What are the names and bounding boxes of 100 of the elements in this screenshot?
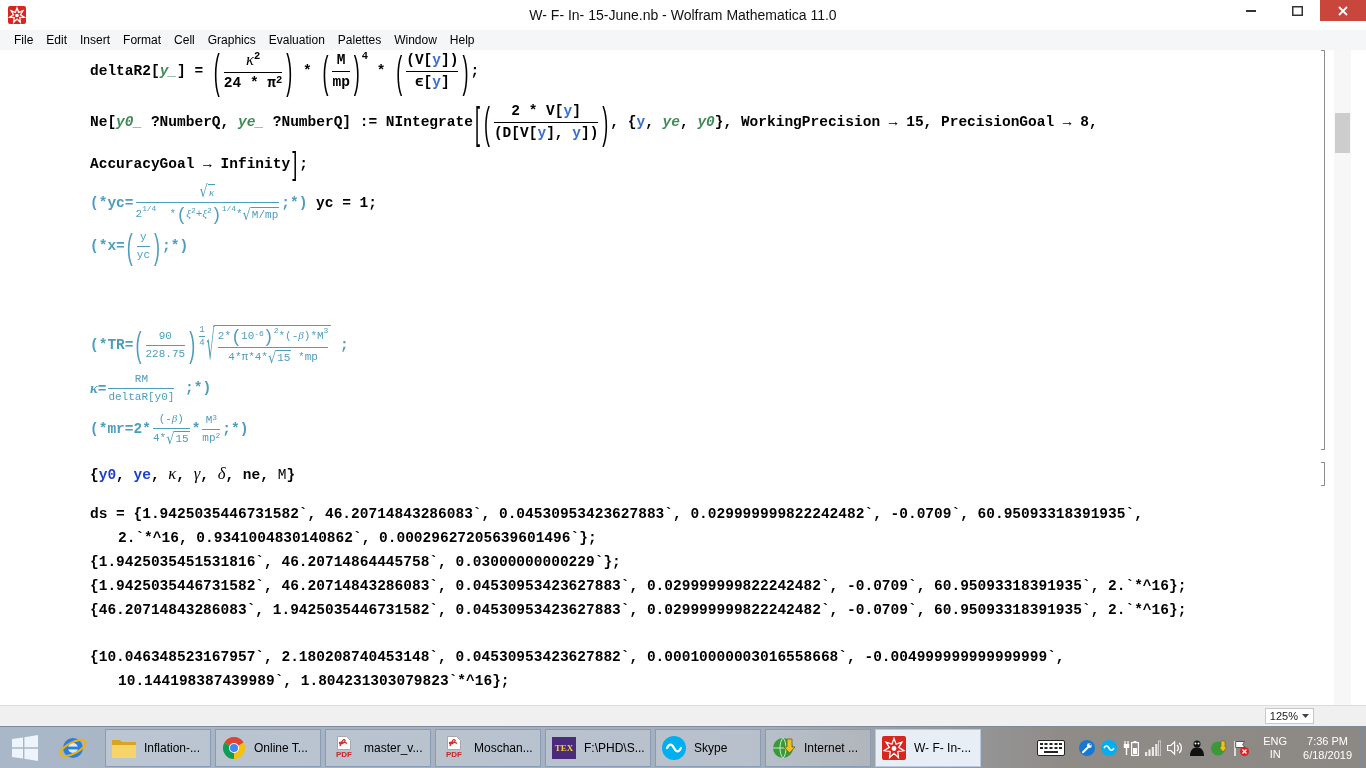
taskbar-button[interactable]: TEX F:\PHD\S... (545, 728, 651, 767)
radicand: 15 (175, 433, 189, 446)
taskbar-button[interactable]: Skype (655, 728, 761, 767)
radicand: M/mp (251, 208, 279, 222)
code-text: 10.144198387439989`, 1.804231303079823`*^16}; (118, 672, 510, 690)
menu-item[interactable]: Edit (40, 30, 74, 50)
vertical-scrollbar[interactable] (1334, 50, 1351, 705)
code-text: AccuracyGoal → Infinity (90, 155, 291, 173)
parenthesis: ( (177, 205, 186, 223)
close-button[interactable] (1320, 0, 1366, 21)
code-text: {1.9425035451531816`, 46.20714864445758`, 0.03000000000229`}; (90, 553, 621, 571)
denominator: ξ (186, 207, 191, 221)
denominator: (D[V[y], y]) (493, 125, 599, 142)
numerator: M (336, 52, 346, 69)
menu-item[interactable]: Insert (74, 30, 117, 50)
cell-bracket[interactable] (1321, 462, 1325, 486)
scrollbar-thumb[interactable] (1335, 113, 1350, 153)
bracket: [ (473, 100, 481, 145)
document-icon (447, 736, 461, 750)
file-type-label: PDF (336, 750, 352, 759)
parenthesis: ) (153, 229, 161, 264)
parenthesis: ) (264, 327, 273, 345)
star-logo-icon (8, 6, 26, 24)
code-text: 2.`*^16, 0.9341004830140862`, 0.00029627205639601496`}; (118, 529, 597, 547)
figure-icon[interactable] (1189, 739, 1206, 756)
parenthesis: ( (232, 327, 241, 345)
comment-text: ; (339, 336, 349, 354)
code-text: * (375, 63, 387, 80)
menu-item[interactable]: Format (117, 30, 168, 50)
menu-item[interactable]: Help (443, 30, 481, 50)
denominator: +ξ (195, 207, 207, 221)
menu-item[interactable]: Cell (168, 30, 201, 50)
denominator: deltaR[y0] (108, 391, 175, 404)
denominator: * (235, 207, 243, 221)
wrench-circle-icon[interactable] (1079, 739, 1096, 756)
taskbar-button[interactable]: Online T... (215, 728, 321, 767)
radical-sign: √ (267, 349, 277, 365)
denominator: 4*π*4* (228, 351, 268, 364)
flag-icon[interactable] (1233, 739, 1250, 756)
code-text: * (302, 63, 313, 80)
denominator: ϵ[y] (414, 74, 450, 91)
window-title: W- F- In- 15-June.nb - Wolfram Mathematica 11.0 (529, 6, 837, 25)
star-logo-icon (882, 735, 906, 760)
code-text: {10.046348523167957`, 2.180208740453148`, 0.04530953423627882`, 0.00010000003016558668`, -0.004999999999999999`, (90, 648, 1065, 666)
parenthesis: ( (395, 50, 404, 94)
parenthesis: ) (212, 205, 221, 223)
maximize-icon (1291, 5, 1303, 16)
speaker-icon[interactable] (1167, 739, 1184, 756)
denominator: 228.75 (145, 347, 186, 361)
four-panes-icon[interactable] (12, 734, 38, 761)
numerator: 2* (217, 329, 232, 343)
numerator: (-β) (158, 412, 184, 426)
comment-text: * (191, 420, 201, 438)
wave-circle-icon[interactable] (1101, 739, 1118, 756)
parenthesis: ( (134, 327, 143, 363)
comment-text: (*mr=2* (90, 420, 151, 438)
taskbar-button[interactable]: PDF master_v... (325, 728, 431, 767)
taskbar-button[interactable]: W- F- In-... (875, 728, 981, 767)
code-text: {1.9425035446731582`, 46.20714843286083`, 0.04530953423627883`, 0.029999999822242482`, -0.0709`, 60.95093318391935`, 2.`*^16}; (90, 577, 1187, 595)
taskbar-button[interactable]: Inflation-... (105, 728, 211, 767)
code-text: , {y, ye, y0}, WorkingPrecision → 15, PrecisionGoal → 8, (610, 114, 1098, 131)
code-text: ; (299, 155, 308, 173)
parenthesis: ( (482, 100, 491, 145)
signal-bars-icon[interactable] (1145, 739, 1162, 756)
parenthesis: ) (461, 50, 470, 94)
parenthesis: ) (285, 50, 294, 95)
menu-item[interactable]: Graphics (201, 30, 262, 50)
document-icon (337, 736, 351, 750)
code-text: yc = 1; (315, 195, 377, 212)
radical-sign: √ (166, 430, 175, 446)
folder-icon (112, 737, 136, 758)
numerator: κ (245, 51, 254, 70)
caret-icon (1302, 714, 1309, 718)
denominator: 2 (135, 207, 143, 221)
plug-battery-icon[interactable] (1123, 739, 1140, 756)
numerator: 1 (199, 325, 205, 335)
zoom-dropdown[interactable]: 125% (1264, 708, 1314, 724)
comment-text: ;*) (222, 420, 249, 438)
denominator: yc (136, 249, 150, 262)
menu-item[interactable]: Evaluation (262, 30, 331, 50)
tricolor-circle-icon (222, 735, 246, 760)
exponent: 2 (276, 75, 283, 86)
menu-item[interactable]: File (8, 30, 40, 50)
code-text: {46.20714843286083`, 1.9425035446731582`, 0.04530953423627883`, 0.029999999822242482`, -0.0709`, 60.95093318391935`, 2.`*^16}; (90, 601, 1187, 619)
taskbar-button[interactable]: PDF Moschan... (435, 728, 541, 767)
parenthesis: ( (125, 229, 134, 264)
menu-item[interactable]: Palettes (331, 30, 388, 50)
numerator: *(-β)*M (278, 329, 324, 343)
taskbar-button[interactable]: Internet ... (765, 728, 871, 767)
keyboard-icon[interactable] (1037, 739, 1066, 756)
code-text: ds = {1.9425035446731582`, 46.20714843286083`, 0.04530953423627883`, 0.029999999822242482`, -0.0709`, 60.95093318391935`, (90, 505, 1143, 523)
denominator: * (168, 207, 177, 221)
code-text: deltaR2[y_] = (90, 63, 205, 80)
cell-bracket[interactable] (1321, 50, 1325, 450)
menu-item[interactable]: Window (388, 30, 443, 50)
numerator: 10 (241, 329, 255, 343)
numerator: 90 (158, 329, 172, 343)
logo-badge: TEX (552, 736, 576, 759)
globe-arrow-icon (772, 735, 796, 760)
denominator: 4* (152, 432, 167, 445)
